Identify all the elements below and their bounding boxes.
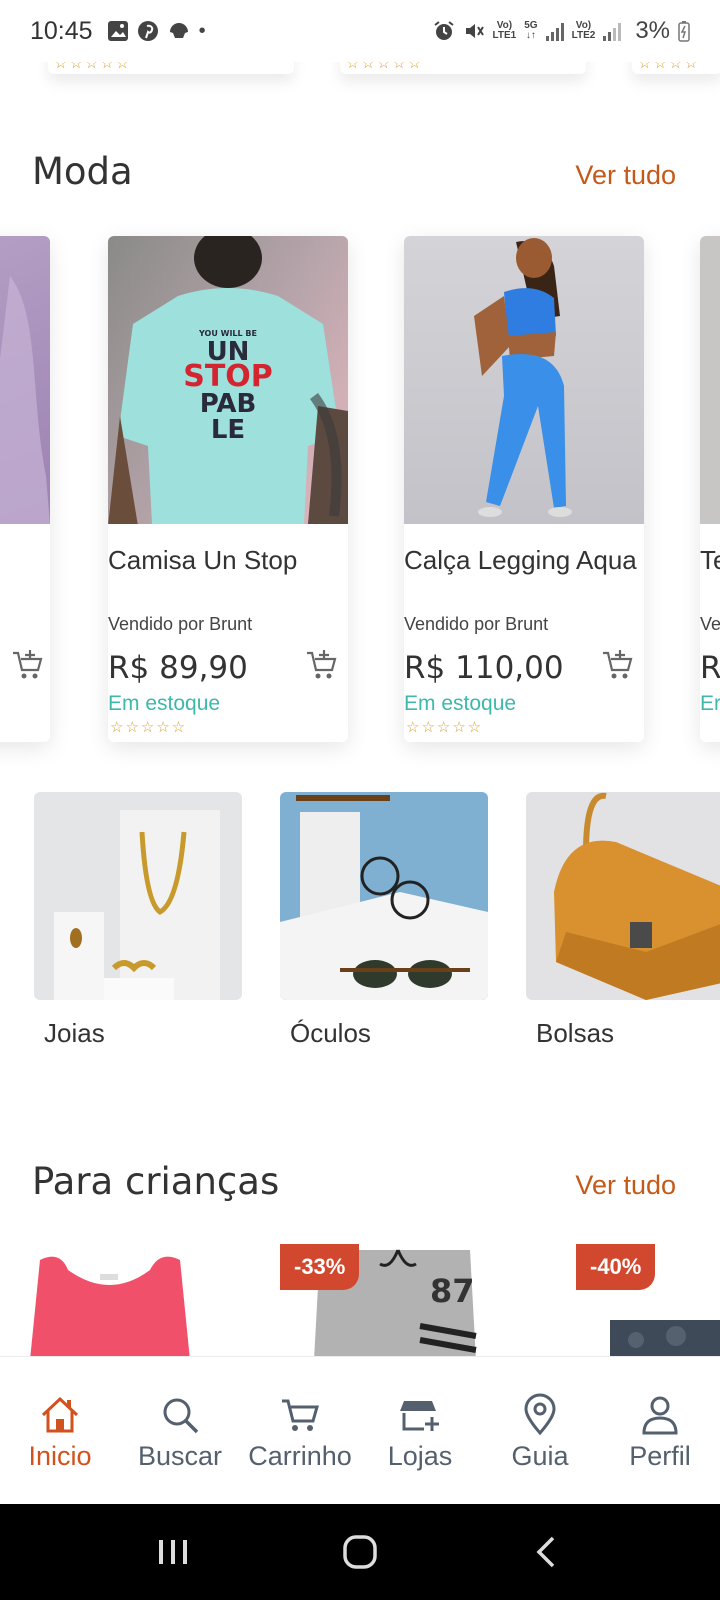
system-icons: Vo) LTE1 5G ↓↑ Vo) LTE2 3% <box>433 17 690 45</box>
product-card[interactable]: YOU WILL BE UN STOP PAB LE Camisa Un Sto… <box>108 236 348 742</box>
product-name: Calça Legging Aqua <box>404 545 637 575</box>
add-to-cart-icon[interactable] <box>10 648 44 682</box>
category-label: Bolsas <box>536 1018 615 1048</box>
bottom-navigation: Inicio Buscar Carrinho Lojas Guia Perfil <box>0 1356 720 1504</box>
location-pin-icon <box>524 1393 556 1436</box>
product-price: R$ 89,90 <box>108 650 248 686</box>
kids-product-card[interactable] <box>0 1240 230 1360</box>
nav-guia[interactable]: Guia <box>480 1357 600 1504</box>
nav-label: Carrinho <box>248 1441 352 1471</box>
home-button[interactable] <box>330 1522 390 1582</box>
kids-product-card[interactable]: -40% <box>576 1240 720 1360</box>
volte1-indicator: Vo) LTE1 <box>492 20 517 41</box>
alarm-icon <box>433 21 454 40</box>
product-card[interactable]: Calça Legging Aqua Vendido por Brunt R$ … <box>404 236 644 742</box>
home-icon <box>41 1396 79 1433</box>
stock-status: Em estoque <box>404 692 517 715</box>
product-card-partial-left[interactable] <box>0 236 50 742</box>
jersey-number: 87 <box>430 1272 475 1310</box>
rating-stars: ☆☆☆☆☆ <box>110 719 188 736</box>
app-screen: 10:45 • Vo) LTE1 5G ↓↑ Vo) LTE2 3% ☆☆☆☆☆ ☆☆… <box>0 0 720 1600</box>
product-image <box>0 236 50 524</box>
product-seller: Vendido por Brunt <box>108 614 253 634</box>
nav-perfil[interactable]: Perfil <box>600 1357 720 1504</box>
system-navigation-bar <box>0 1504 720 1600</box>
product-image <box>700 236 720 524</box>
cart-icon <box>282 1399 319 1431</box>
status-bar: 10:45 • Vo) LTE1 5G ↓↑ Vo) LTE2 3% <box>0 0 720 62</box>
gallery-icon <box>107 21 128 41</box>
category-bolsas[interactable]: Bolsas <box>526 792 720 1049</box>
stock-status: Er <box>700 692 720 715</box>
product-price: R <box>700 650 720 686</box>
category-label: Joias <box>44 1018 105 1048</box>
nav-label: Buscar <box>137 1441 223 1471</box>
user-icon <box>642 1396 678 1435</box>
category-oculos[interactable]: Óculos <box>280 792 488 1049</box>
product-name: Camisa Un Stop <box>108 545 298 575</box>
back-button[interactable] <box>517 1522 577 1582</box>
store-icon <box>400 1401 439 1431</box>
nav-buscar[interactable]: Buscar <box>120 1357 240 1504</box>
nav-label: Perfil <box>629 1441 691 1471</box>
nav-label: Lojas <box>387 1441 453 1471</box>
app-notification-icon <box>169 23 188 38</box>
pinterest-icon <box>137 21 158 41</box>
product-price: R$ 110,00 <box>404 650 564 686</box>
category-image-glasses <box>280 792 488 1000</box>
product-name: Te <box>700 545 720 575</box>
signal-1-icon <box>545 21 564 41</box>
nav-lojas[interactable]: Lojas <box>360 1357 480 1504</box>
add-to-cart-icon[interactable] <box>600 648 634 682</box>
category-image-bag <box>526 792 720 1000</box>
nav-label: Guia <box>511 1441 569 1471</box>
nav-inicio[interactable]: Inicio <box>0 1357 120 1504</box>
shirt-print-le: LE <box>211 415 245 445</box>
battery-charging-icon <box>678 21 690 42</box>
mute-icon <box>465 24 484 38</box>
product-seller: Ve <box>700 614 720 634</box>
rating-stars: ☆☆☆☆☆ <box>406 719 484 736</box>
home-circle-icon <box>343 1535 377 1569</box>
discount-badge: -40% <box>576 1244 656 1290</box>
volte2-indicator: Vo) LTE2 <box>571 20 596 41</box>
network-type: 5G ↓↑ <box>524 20 538 41</box>
category-image-jewelry <box>34 792 242 1000</box>
add-to-cart-icon[interactable] <box>304 648 338 682</box>
kids-product-card[interactable]: -33% 87 <box>280 1240 510 1360</box>
product-seller: Vendido por Brunt <box>404 614 549 634</box>
recent-apps-icon <box>159 1540 188 1564</box>
see-all-moda-link[interactable]: Ver tudo <box>575 160 676 191</box>
search-icon <box>163 1398 199 1434</box>
section-title-kids: Para crianças <box>32 1160 280 1203</box>
recent-apps-button[interactable] <box>143 1522 203 1582</box>
nav-label: Inicio <box>28 1441 92 1471</box>
product-image-legging <box>404 236 644 524</box>
see-all-kids-link[interactable]: Ver tudo <box>575 1170 676 1201</box>
product-image-kids-tank <box>0 1240 230 1360</box>
more-dot-icon: • <box>198 19 206 42</box>
discount-badge: -33% <box>280 1244 360 1290</box>
section-title-moda: Moda <box>32 150 133 193</box>
signal-2-icon <box>603 21 622 41</box>
product-card-partial-right[interactable]: Te Ve R Er <box>700 236 720 742</box>
stock-status: Em estoque <box>108 692 221 715</box>
category-joias[interactable]: Joias <box>34 792 242 1049</box>
product-image-camisa: YOU WILL BE UN STOP PAB LE <box>108 236 348 524</box>
nav-carrinho[interactable]: Carrinho <box>240 1357 360 1504</box>
battery-percent: 3% <box>635 17 670 44</box>
back-chevron-icon <box>536 1536 554 1568</box>
category-label: Óculos <box>290 1018 371 1048</box>
notification-icons: • <box>107 20 206 43</box>
status-time: 10:45 <box>30 16 93 45</box>
